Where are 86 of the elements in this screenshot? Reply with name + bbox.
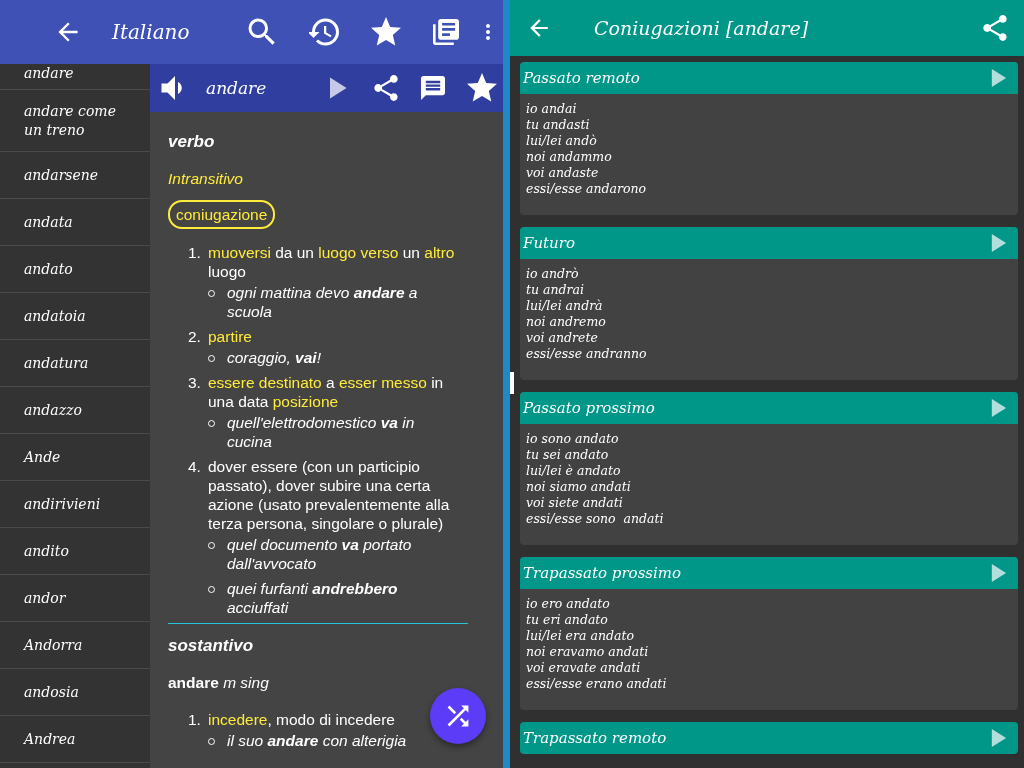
- definition-link[interactable]: luogo verso: [318, 244, 399, 261]
- part-of-speech: verbo: [168, 132, 216, 151]
- word-list-item[interactable]: Ande: [24, 447, 134, 467]
- definition-link[interactable]: partire: [208, 328, 252, 345]
- search-icon[interactable]: [247, 17, 277, 47]
- conjugation-form: io andai: [526, 101, 578, 117]
- word-list-item[interactable]: andito: [24, 541, 134, 561]
- conjugation-form: voi andrete: [526, 330, 599, 346]
- conjugation-form: voi siete andati: [526, 495, 624, 511]
- definition-number: 2.: [188, 327, 202, 346]
- shuffle-icon: [445, 703, 471, 729]
- definition-link[interactable]: esser messo: [339, 374, 427, 391]
- definition-number: 1.: [188, 710, 202, 729]
- definition-number: 3.: [188, 373, 202, 393]
- definition-link[interactable]: muoversi: [208, 244, 271, 261]
- conjugation-form: tu eri andato: [526, 612, 609, 628]
- conjugation-form: voi andaste: [526, 165, 600, 181]
- star-icon[interactable]: [467, 73, 497, 103]
- back-arrow-icon[interactable]: [528, 17, 550, 39]
- part-of-speech: sostantivo: [168, 636, 255, 655]
- conjugation-form: lui/lei andò: [526, 133, 598, 149]
- conjugation-form: essi/esse andarono: [526, 181, 648, 197]
- word-list-item[interactable]: andatoia: [24, 306, 134, 326]
- conjugation-form: tu sei andato: [526, 447, 610, 463]
- conjugation-form: essi/esse erano andati: [526, 676, 668, 692]
- conjugation-form: io andrò: [526, 266, 580, 282]
- conjugation-chip[interactable]: coniugazione: [168, 200, 276, 229]
- conjugation-form: voi eravate andati: [526, 660, 642, 676]
- word-list-item[interactable]: andazzo: [24, 400, 134, 420]
- word-list-item[interactable]: andato: [24, 259, 134, 279]
- word-list-item[interactable]: andare come un treno: [24, 101, 134, 140]
- example-text: quel documento va portato dall'avvocato: [227, 535, 413, 573]
- tense-title: Passato prossimo: [523, 399, 656, 417]
- tense-title: Passato remoto: [523, 69, 641, 87]
- conjugation-form: essi/esse andranno: [526, 346, 648, 362]
- library-icon[interactable]: [433, 19, 459, 45]
- word-list-item[interactable]: andor: [24, 588, 134, 608]
- definition-text: dover essere (con un participio passato), dover subire una certa azione (usato prevalentemente alla terza persona, singolare o plurale): [208, 457, 451, 533]
- conjugation-form: tu andrai: [526, 282, 585, 298]
- definition-link[interactable]: posizione: [272, 393, 339, 410]
- word-list-item[interactable]: andare: [24, 64, 134, 83]
- star-icon[interactable]: [371, 17, 401, 47]
- definition-link[interactable]: essere destinato: [208, 374, 322, 391]
- app-title: Italiano: [112, 20, 191, 44]
- conjugation-form: noi andremo: [526, 314, 607, 330]
- conjugation-form: tu andasti: [526, 117, 591, 133]
- conjugation-form: io sono andato: [526, 431, 620, 447]
- tense-title: Trapassato prossimo: [523, 564, 683, 582]
- tense-title: Futuro: [523, 234, 576, 252]
- word-list-item[interactable]: andosia: [24, 682, 134, 702]
- more-icon[interactable]: [485, 23, 491, 41]
- example-text: quell'elettrodomestico va in cucina: [227, 413, 416, 451]
- conjugation-form: lui/lei era andato: [526, 628, 635, 644]
- verb-type: Intransitivo: [168, 169, 244, 188]
- conjugation-form: noi andammo: [526, 149, 613, 165]
- back-arrow-icon[interactable]: [56, 20, 80, 44]
- headword: andare m sing: [168, 673, 270, 692]
- conjugation-form: lui/lei è andato: [526, 463, 622, 479]
- definition-number: 1.: [188, 243, 202, 263]
- example-text: quei furfanti andrebbero acciuffati: [227, 579, 399, 617]
- history-icon[interactable]: [309, 17, 339, 47]
- definition-link[interactable]: incedere: [208, 711, 268, 728]
- definition-number: 4.: [188, 457, 202, 477]
- word-list-item[interactable]: andata: [24, 212, 134, 232]
- split-handle[interactable]: [510, 372, 514, 394]
- share-icon[interactable]: [373, 75, 399, 101]
- example-text: ogni mattina devo andare a scuola: [227, 283, 419, 321]
- word-list-item[interactable]: andarsene: [24, 165, 134, 185]
- comment-icon[interactable]: [421, 76, 445, 100]
- tense-title: Trapassato remoto: [523, 729, 668, 747]
- word-list-item[interactable]: andirivieni: [24, 494, 134, 514]
- conjugation-form: lui/lei andrà: [526, 298, 604, 314]
- conjugation-form: essi/esse sono andati: [526, 511, 665, 527]
- shuffle-button[interactable]: [430, 688, 486, 744]
- word-list-item[interactable]: Andrea: [24, 729, 134, 749]
- conjugation-form: noi eravamo andati: [526, 644, 650, 660]
- conjugation-form: io ero andato: [526, 596, 611, 612]
- example-text: il suo andare con alterigia: [227, 731, 407, 750]
- entry-word: andare: [206, 78, 268, 98]
- definition-link[interactable]: altro: [424, 244, 455, 261]
- definition-text: essere destinato a esser messo in una data posizione: [208, 373, 445, 411]
- panel-title: Coniugazioni [andare]: [594, 17, 810, 39]
- word-list-item[interactable]: andatura: [24, 353, 134, 373]
- conjugation-form: noi siamo andati: [526, 479, 632, 495]
- example-text: coraggio, vai!: [227, 348, 321, 367]
- word-list-item[interactable]: Andorra: [24, 635, 134, 655]
